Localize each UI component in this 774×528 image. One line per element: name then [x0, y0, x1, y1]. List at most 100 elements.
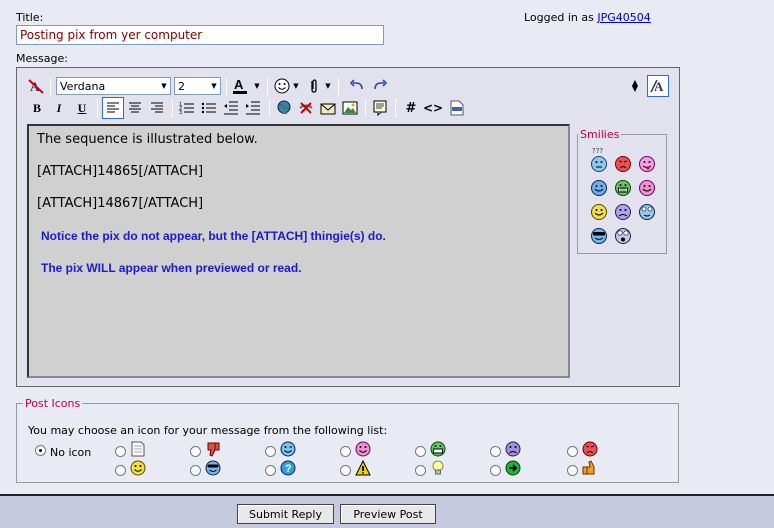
post-icon-arrow: [505, 460, 521, 476]
size-select[interactable]: 2 ▼: [174, 77, 221, 95]
radio-post-icon[interactable]: [340, 465, 351, 476]
radio-post-icon[interactable]: [115, 446, 126, 457]
remove-format-icon[interactable]: A: [26, 76, 46, 96]
radio-post-icon[interactable]: [490, 446, 501, 457]
post-icon-cool: [205, 460, 221, 476]
switch-editor-mode-icon[interactable]: A: [647, 75, 669, 97]
outdent-icon[interactable]: [221, 98, 241, 118]
toolbar-separator: [50, 77, 51, 95]
wrap-html-icon[interactable]: <>: [423, 98, 443, 118]
radio-no-icon[interactable]: [35, 445, 46, 456]
wrap-php-icon[interactable]: [447, 98, 467, 118]
radio-post-icon[interactable]: [340, 446, 351, 457]
chevron-down-icon: ▼: [161, 82, 167, 90]
align-center-icon[interactable]: [125, 98, 145, 118]
radio-post-icon[interactable]: [265, 446, 276, 457]
message-line: [ATTACH]14867[/ATTACH]: [37, 196, 204, 211]
smiley-icon[interactable]: [272, 76, 292, 96]
size-select-value: 2: [178, 80, 185, 93]
preview-post-button[interactable]: Preview Post: [340, 504, 436, 524]
chevron-down-icon[interactable]: ▼: [291, 76, 301, 96]
svg-text:3: 3: [179, 110, 182, 115]
toolbar-separator: [226, 77, 227, 95]
chevron-down-icon[interactable]: ▼: [252, 76, 262, 96]
title-value: Posting pix from yer computer: [20, 28, 203, 42]
toolbar-separator: [97, 99, 98, 117]
login-status: Logged in as JPG40504: [524, 11, 651, 24]
post-icon-grin: [430, 441, 446, 457]
font-select[interactable]: Verdana ▼: [56, 77, 171, 95]
message-line: [ATTACH]14865[/ATTACH]: [37, 164, 204, 179]
cool-smiley-icon[interactable]: [590, 227, 608, 245]
wrap-code-icon[interactable]: #: [401, 98, 421, 118]
undo-icon[interactable]: [347, 76, 367, 96]
insert-link-icon[interactable]: [274, 98, 294, 118]
mad-smiley-icon[interactable]: [614, 155, 632, 173]
resize-toggle-icon[interactable]: ▲ ▼: [625, 76, 645, 96]
radio-post-icon[interactable]: [415, 446, 426, 457]
bold-icon[interactable]: B: [27, 98, 47, 118]
yellow-smiley-icon[interactable]: [590, 203, 608, 221]
radio-post-icon[interactable]: [190, 465, 201, 476]
post-icon-warning: [355, 460, 371, 476]
svg-text:A: A: [654, 79, 664, 94]
post-icon-frown: [505, 441, 521, 457]
post-icon-lightbulb: [432, 460, 444, 475]
insert-email-icon[interactable]: [318, 98, 338, 118]
toolbar-separator: [365, 99, 366, 117]
insert-image-icon[interactable]: [340, 98, 360, 118]
post-icon-question: ?: [280, 460, 296, 476]
radio-post-icon[interactable]: [490, 465, 501, 476]
underline-icon[interactable]: U: [72, 98, 92, 118]
confused-text: ???: [592, 147, 604, 155]
radio-post-icon[interactable]: [567, 446, 578, 457]
align-left-icon[interactable]: [102, 97, 124, 119]
message-editor: A Verdana▼ 2▼ A ▼ ▼ ▼ ▲▼ A B I U 123: [16, 67, 680, 387]
italic-icon[interactable]: I: [49, 98, 69, 118]
toolbar-separator: [395, 99, 396, 117]
radio-post-icon[interactable]: [265, 465, 276, 476]
message-line-blue: Notice the pix do not appear, but the [A…: [41, 229, 386, 243]
post-icon-document: [131, 441, 145, 457]
smilies-legend: Smilies: [580, 128, 620, 141]
no-icon-label: No icon: [50, 446, 92, 459]
tongue-smiley-icon[interactable]: [638, 155, 656, 173]
title-label: Title:: [16, 11, 44, 24]
frown-smiley-icon[interactable]: [614, 203, 632, 221]
quote-icon[interactable]: [370, 98, 390, 118]
indent-icon[interactable]: [243, 98, 263, 118]
ordered-list-icon[interactable]: 123: [177, 98, 197, 118]
smilies-box: Smilies ???: [577, 128, 667, 254]
align-right-icon[interactable]: [147, 98, 167, 118]
smile-blue-icon[interactable]: [590, 179, 608, 197]
submit-reply-button[interactable]: Submit Reply: [237, 504, 334, 524]
unordered-list-icon[interactable]: [199, 98, 219, 118]
post-icon-pink-smile: [355, 441, 371, 457]
attachment-icon[interactable]: [304, 76, 324, 96]
radio-post-icon[interactable]: [415, 465, 426, 476]
eek-smiley-icon[interactable]: [614, 227, 632, 245]
svg-text:A: A: [234, 77, 244, 92]
post-icon-thumbs-up: [582, 460, 595, 475]
message-line-blue: The pix WILL appear when previewed or re…: [41, 261, 302, 275]
chevron-down-icon[interactable]: ▼: [323, 76, 333, 96]
title-input[interactable]: Posting pix from yer computer: [16, 25, 384, 45]
rolleyes-smiley-icon[interactable]: [638, 203, 656, 221]
message-label: Message:: [16, 52, 68, 65]
message-textarea[interactable]: The sequence is illustrated below. [ATTA…: [27, 124, 570, 378]
font-color-icon[interactable]: A: [230, 76, 252, 96]
toolbar-separator: [338, 77, 339, 95]
remove-link-icon[interactable]: [296, 98, 316, 118]
pink-smiley-icon[interactable]: [638, 179, 656, 197]
radio-post-icon[interactable]: [190, 446, 201, 457]
radio-post-icon[interactable]: [567, 465, 578, 476]
redo-icon[interactable]: [370, 76, 390, 96]
radio-post-icon[interactable]: [115, 465, 126, 476]
toolbar-separator: [267, 77, 268, 95]
username-link[interactable]: JPG40504: [597, 11, 650, 24]
message-line: The sequence is illustrated below.: [37, 132, 258, 147]
chevron-down-icon: ▼: [211, 82, 217, 90]
toolbar-separator: [269, 99, 270, 117]
grin-smiley-icon[interactable]: [614, 179, 632, 197]
confused-smiley-icon[interactable]: [590, 155, 608, 173]
